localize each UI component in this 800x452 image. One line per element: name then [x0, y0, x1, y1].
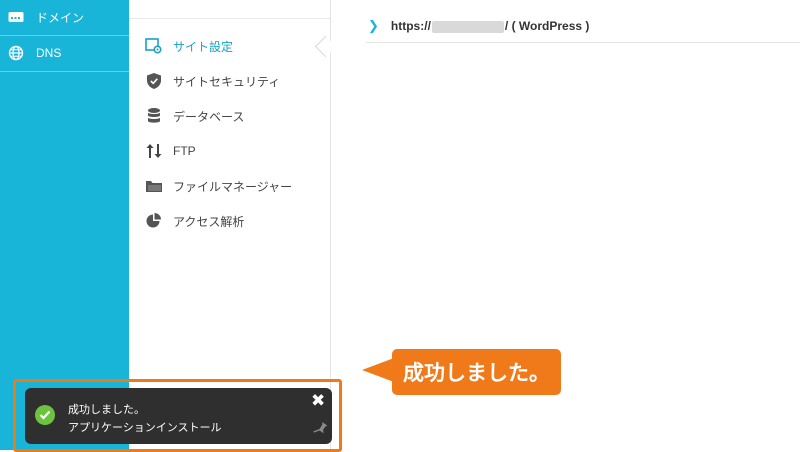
sidebar-item-dns[interactable]: DNS	[0, 36, 129, 70]
subnav-item-file-manager[interactable]: ファイルマネージャー	[145, 176, 292, 196]
subnav-item-label: ファイルマネージャー	[173, 179, 293, 194]
subnav-item-access-analytics[interactable]: アクセス解析	[145, 211, 244, 231]
sidebar-divider	[0, 71, 129, 72]
toast-title: 成功しました。	[68, 404, 145, 416]
subnav-item-label: FTP	[173, 144, 196, 158]
subnav-item-ftp[interactable]: FTP	[145, 141, 196, 161]
subnav-item-label: アクセス解析	[173, 214, 245, 229]
domain-icon	[8, 9, 24, 25]
url-prefix: https://	[390, 19, 431, 33]
redacted-domain	[431, 20, 504, 33]
subnav-header	[129, 0, 330, 19]
sidebar-item-label: ドメイン	[36, 10, 85, 25]
subnav-item-label: サイト設定	[173, 39, 234, 54]
callout-pointer	[362, 358, 394, 382]
shield-icon	[145, 72, 163, 90]
sidebar-item-domain[interactable]: ドメイン	[0, 0, 129, 34]
subnav-item-site-settings[interactable]: サイト設定	[145, 36, 233, 56]
subnav-item-site-security[interactable]: サイトセキュリティ	[145, 71, 280, 91]
subnav-item-label: データベース	[173, 109, 245, 124]
folder-icon	[145, 177, 163, 195]
subnav-item-database[interactable]: データベース	[145, 106, 244, 126]
chevron-right-icon[interactable]: ❯	[368, 18, 379, 34]
site-settings-icon	[145, 37, 163, 55]
subnav-item-label: サイトセキュリティ	[173, 74, 281, 89]
globe-icon	[8, 45, 24, 61]
success-callout: 成功しました。	[392, 349, 561, 395]
success-toast: 成功しました。 アプリケーションインストール ✖	[25, 388, 332, 444]
sidebar-item-label: DNS	[36, 46, 62, 60]
transfer-arrows-icon	[145, 142, 163, 160]
check-icon	[35, 405, 55, 425]
pie-chart-icon	[145, 212, 163, 230]
close-icon[interactable]: ✖	[311, 391, 325, 411]
pin-icon[interactable]	[313, 421, 328, 437]
database-icon	[145, 107, 163, 125]
site-url[interactable]: https:// / ( WordPress )	[391, 19, 589, 33]
url-suffix: / ( WordPress )	[504, 19, 590, 33]
toast-message: アプリケーションインストール	[68, 422, 222, 434]
site-header: ❯ https:// / ( WordPress )	[366, 10, 800, 43]
